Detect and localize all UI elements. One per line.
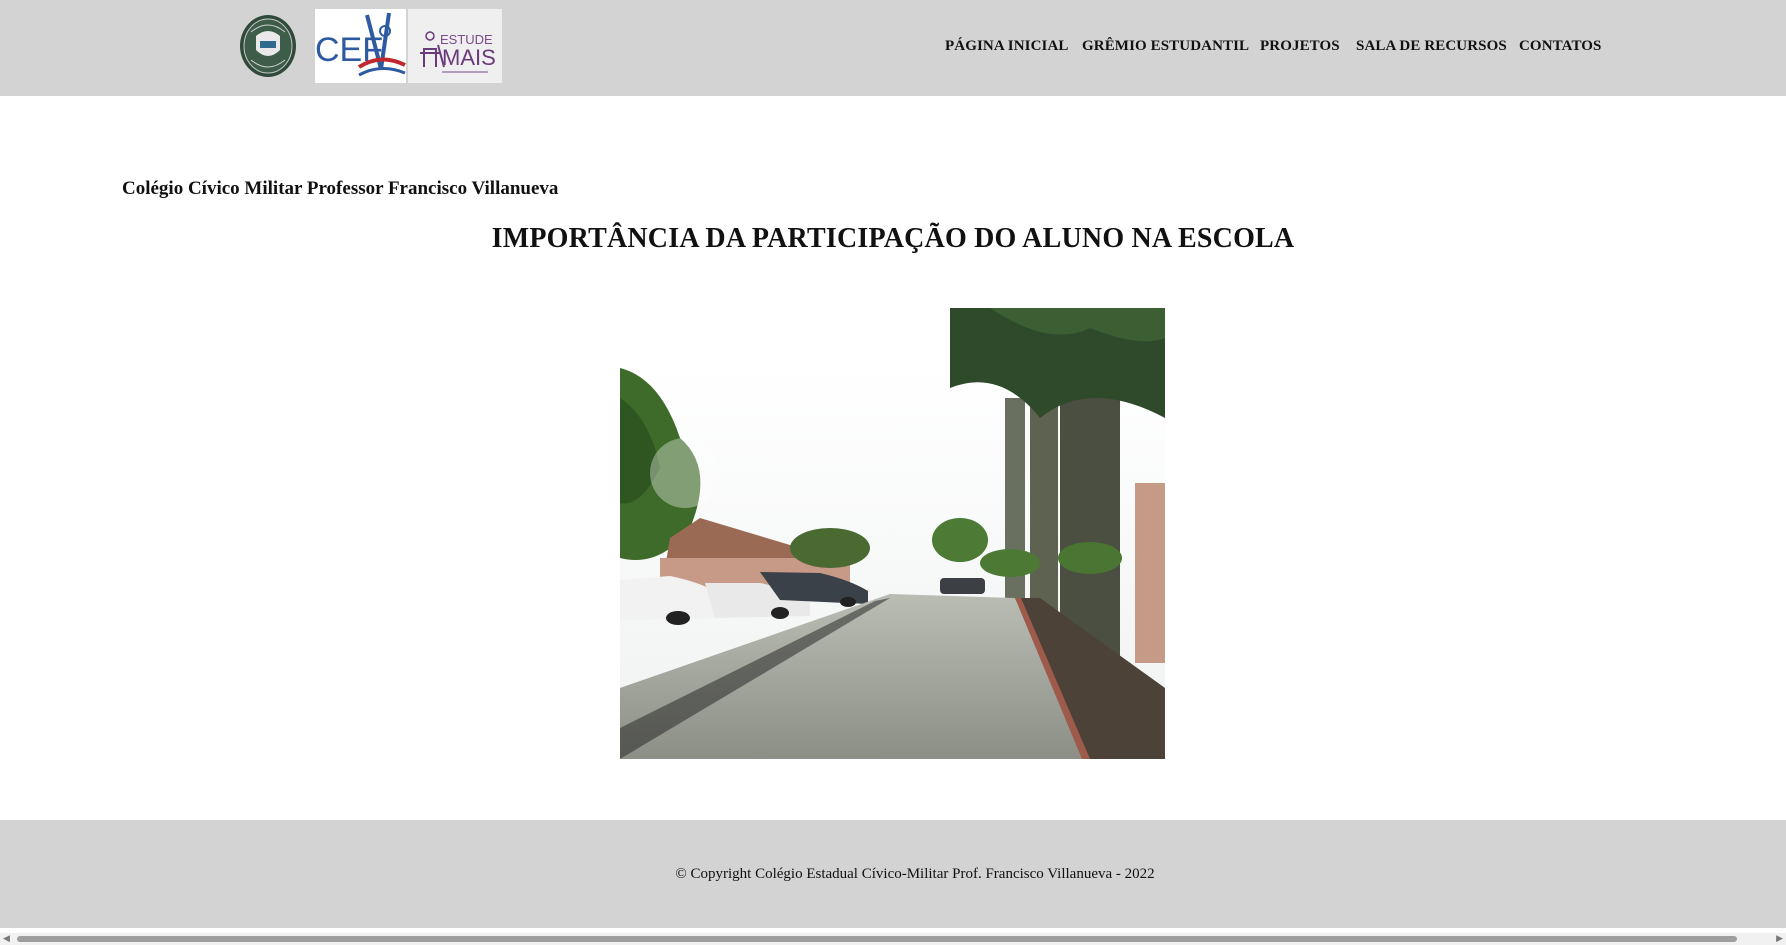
- nav-sala-de-recursos[interactable]: SALA DE RECURSOS: [1356, 38, 1507, 55]
- page-title: IMPORTÂNCIA DA PARTICIPAÇÃO DO ALUNO NA …: [491, 223, 1295, 254]
- scroll-right-arrow-icon[interactable]: ▶: [1776, 934, 1783, 944]
- nav-gremio-estudantil[interactable]: GRÊMIO ESTUDANTIL: [1082, 38, 1249, 55]
- school-name: Colégio Cívico Militar Professor Francis…: [122, 178, 559, 199]
- nav-projetos[interactable]: PROJETOS: [1260, 38, 1340, 55]
- school-driveway-photo: [620, 308, 1165, 759]
- scrollbar-thumb[interactable]: [17, 936, 1737, 942]
- nav-contatos[interactable]: CONTATOS: [1519, 38, 1602, 55]
- nav-pagina-inicial[interactable]: PÁGINA INICIAL: [945, 38, 1069, 55]
- main-nav: PÁGINA INICIAL GRÊMIO ESTUDANTIL PROJETO…: [0, 38, 1786, 58]
- copyright-text: © Copyright Colégio Estadual Cívico-Mili…: [675, 866, 1155, 882]
- horizontal-scrollbar[interactable]: ◀ ▶: [0, 933, 1786, 945]
- site-footer: © Copyright Colégio Estadual Cívico-Mili…: [0, 820, 1786, 928]
- scroll-left-arrow-icon[interactable]: ◀: [3, 934, 10, 944]
- site-header: CEF ESTUDE MAIS PÁGINA INICIAL GRÊMIO ES…: [0, 0, 1786, 96]
